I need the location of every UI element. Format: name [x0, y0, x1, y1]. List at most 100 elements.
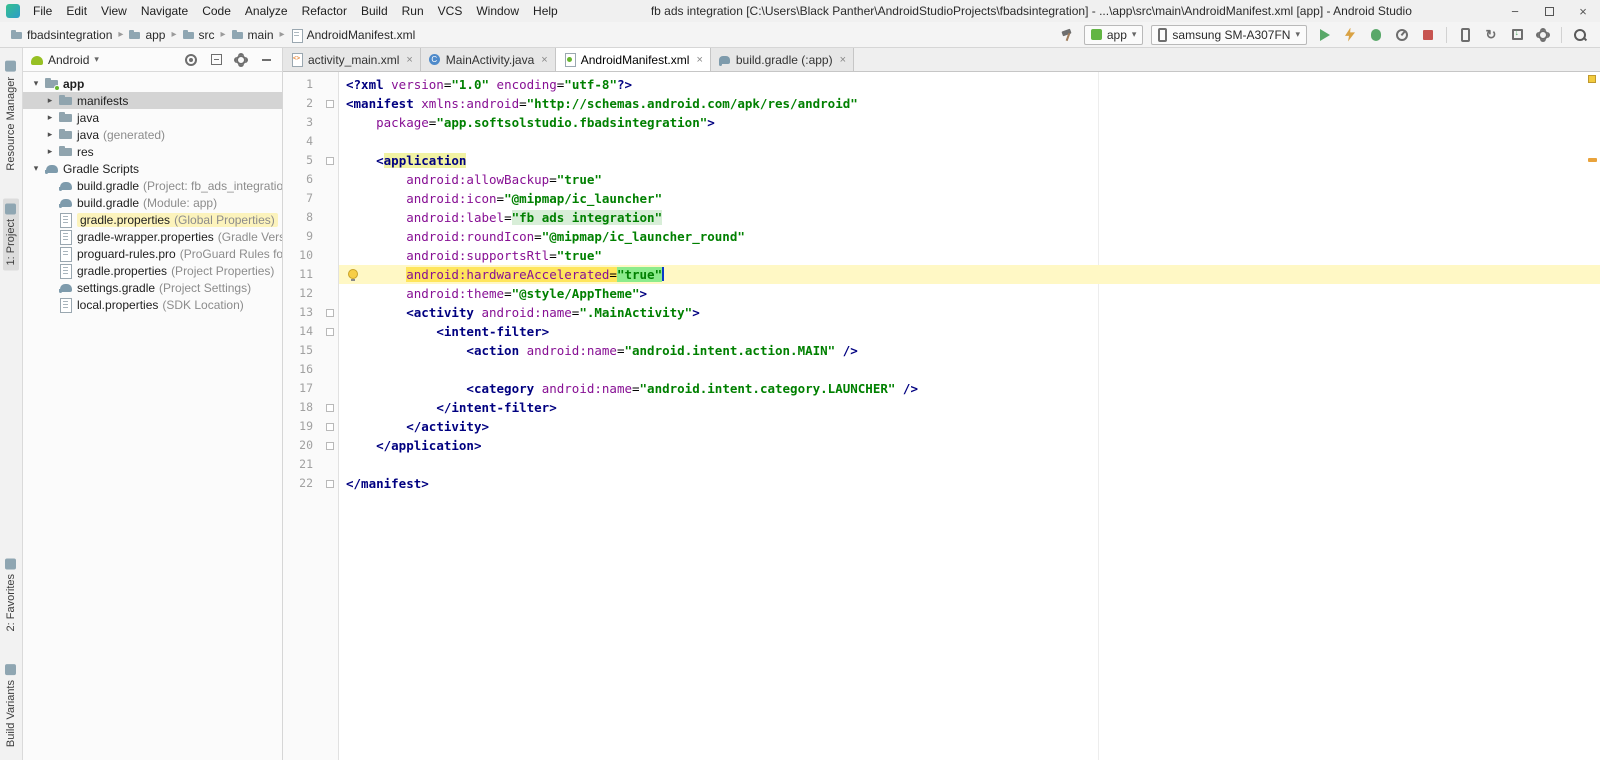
fold-column	[323, 322, 339, 341]
menu-file[interactable]: File	[26, 1, 59, 21]
tree-item-gradle-properties-global-properties[interactable]: gradle.properties(Global Properties)	[23, 211, 282, 228]
close-tab-icon[interactable]: ×	[541, 54, 547, 66]
code-line-11[interactable]: 11 android:hardwareAccelerated="true"	[283, 265, 1600, 284]
sync-gradle-button[interactable]: ↻	[1479, 24, 1503, 46]
close-tab-icon[interactable]: ×	[696, 54, 702, 66]
tab-build-gradle-app[interactable]: build.gradle (:app)×	[711, 48, 854, 71]
apply-changes-button[interactable]	[1338, 24, 1362, 46]
tree-item-manifests[interactable]: ▸manifests	[23, 92, 282, 109]
code-line-12[interactable]: 12 android:theme="@style/AppTheme">	[283, 284, 1600, 303]
maximize-icon	[1545, 7, 1554, 16]
tree-item-proguard-rules-pro-proguard-rules-for-app[interactable]: proguard-rules.pro(ProGuard Rules for ap…	[23, 245, 282, 262]
build-project-button[interactable]	[1055, 24, 1079, 46]
fold-marker-icon[interactable]	[326, 157, 334, 165]
locate-file-button[interactable]	[183, 52, 199, 68]
code-line-3[interactable]: 3 package="app.softsolstudio.fbadsintegr…	[283, 113, 1600, 132]
stop-button[interactable]	[1416, 24, 1440, 46]
intention-bulb-icon[interactable]	[348, 269, 358, 279]
tree-item-gradle-scripts[interactable]: ▾Gradle Scripts	[23, 160, 282, 177]
tool-button-build-variants[interactable]: Build Variants	[3, 659, 19, 752]
code-line-4[interactable]: 4	[283, 132, 1600, 151]
code-line-20[interactable]: 20 </application>	[283, 436, 1600, 455]
tool-button-2-favorites[interactable]: 2: Favorites	[3, 553, 19, 636]
menu-navigate[interactable]: Navigate	[134, 1, 195, 21]
fold-marker-icon[interactable]	[326, 100, 334, 108]
menu-edit[interactable]: Edit	[59, 1, 94, 21]
tool-button-resource-manager[interactable]: Resource Manager	[3, 56, 19, 176]
close-tab-icon[interactable]: ×	[840, 54, 846, 66]
tab-activity-main-xml[interactable]: activity_main.xml×	[283, 48, 421, 71]
code-line-9[interactable]: 9 android:roundIcon="@mipmap/ic_launcher…	[283, 227, 1600, 246]
menu-help[interactable]: Help	[526, 1, 565, 21]
inspection-indicator-icon[interactable]	[1588, 75, 1596, 83]
minimize-button[interactable]: −	[1498, 0, 1532, 22]
code-line-13[interactable]: 13 <activity android:name=".MainActivity…	[283, 303, 1600, 322]
tool-button-1-project[interactable]: 1: Project	[3, 198, 19, 270]
editor[interactable]: 1<?xml version="1.0" encoding="utf-8"?>2…	[283, 72, 1600, 760]
run-config-select[interactable]: app ▾	[1084, 25, 1144, 45]
code-line-16[interactable]: 16	[283, 360, 1600, 379]
tree-item-build-gradle-project-fb-ads-integration[interactable]: build.gradle(Project: fb_ads_integration…	[23, 177, 282, 194]
fold-marker-icon[interactable]	[326, 442, 334, 450]
breadcrumb-item-androidmanifest-xml[interactable]: AndroidManifest.xml	[288, 27, 419, 43]
code-line-6[interactable]: 6 android:allowBackup="true"	[283, 170, 1600, 189]
code-line-1[interactable]: 1<?xml version="1.0" encoding="utf-8"?>	[283, 75, 1600, 94]
sdk-manager-button[interactable]	[1505, 24, 1529, 46]
code-line-8[interactable]: 8 android:label="fb ads integration"	[283, 208, 1600, 227]
profile-button[interactable]	[1390, 24, 1414, 46]
code-line-22[interactable]: 22</manifest>	[283, 474, 1600, 493]
tree-item-build-gradle-module-app[interactable]: build.gradle(Module: app)	[23, 194, 282, 211]
code-line-19[interactable]: 19 </activity>	[283, 417, 1600, 436]
run-button[interactable]	[1312, 24, 1336, 46]
tab-mainactivity-java[interactable]: MainActivity.java×	[421, 48, 556, 71]
code-line-14[interactable]: 14 <intent-filter>	[283, 322, 1600, 341]
tree-item-gradle-wrapper-properties-gradle-version[interactable]: gradle-wrapper.properties(Gradle Version…	[23, 228, 282, 245]
menu-analyze[interactable]: Analyze	[238, 1, 295, 21]
menu-vcs[interactable]: VCS	[431, 1, 470, 21]
tree-item-res[interactable]: ▸res	[23, 143, 282, 160]
menu-build[interactable]: Build	[354, 1, 395, 21]
code-line-2[interactable]: 2<manifest xmlns:android="http://schemas…	[283, 94, 1600, 113]
code-line-17[interactable]: 17 <category android:name="android.inten…	[283, 379, 1600, 398]
menu-run[interactable]: Run	[395, 1, 431, 21]
code-line-7[interactable]: 7 android:icon="@mipmap/ic_launcher"	[283, 189, 1600, 208]
fold-marker-icon[interactable]	[326, 480, 334, 488]
debug-button[interactable]	[1364, 24, 1388, 46]
menu-view[interactable]: View	[94, 1, 134, 21]
close-tab-icon[interactable]: ×	[406, 54, 412, 66]
panel-settings-button[interactable]	[233, 52, 249, 68]
device-select[interactable]: samsung SM-A307FN ▾	[1151, 25, 1307, 45]
fold-marker-icon[interactable]	[326, 309, 334, 317]
fold-marker-icon[interactable]	[326, 404, 334, 412]
project-view-selector[interactable]: Android ▾	[31, 53, 99, 67]
close-button[interactable]: ×	[1566, 0, 1600, 22]
breadcrumb-item-main[interactable]: main	[229, 27, 277, 43]
collapse-all-button[interactable]	[208, 52, 224, 68]
tree-item-java-generated[interactable]: ▸java(generated)	[23, 126, 282, 143]
breadcrumb-item-fbadsintegration[interactable]: fbadsintegration	[8, 27, 115, 43]
menu-window[interactable]: Window	[469, 1, 526, 21]
tree-item-gradle-properties-project-properties[interactable]: gradle.properties(Project Properties)	[23, 262, 282, 279]
menu-refactor[interactable]: Refactor	[295, 1, 354, 21]
warning-stripe-mark[interactable]	[1588, 158, 1597, 162]
tree-item-java[interactable]: ▸java	[23, 109, 282, 126]
hide-panel-button[interactable]	[258, 52, 274, 68]
code-line-21[interactable]: 21	[283, 455, 1600, 474]
maximize-button[interactable]	[1532, 0, 1566, 22]
tree-item-local-properties-sdk-location[interactable]: local.properties(SDK Location)	[23, 296, 282, 313]
code-line-18[interactable]: 18 </intent-filter>	[283, 398, 1600, 417]
fold-marker-icon[interactable]	[326, 328, 334, 336]
tab-androidmanifest-xml[interactable]: AndroidManifest.xml×	[556, 48, 711, 71]
tree-item-app[interactable]: ▾app	[23, 75, 282, 92]
search-everywhere-button[interactable]	[1568, 24, 1592, 46]
project-structure-button[interactable]	[1531, 24, 1555, 46]
code-line-15[interactable]: 15 <action android:name="android.intent.…	[283, 341, 1600, 360]
menu-code[interactable]: Code	[195, 1, 238, 21]
code-line-10[interactable]: 10 android:supportsRtl="true"	[283, 246, 1600, 265]
breadcrumb-item-app[interactable]: app	[126, 27, 168, 43]
code-line-5[interactable]: 5 <application	[283, 151, 1600, 170]
avd-manager-button[interactable]	[1453, 24, 1477, 46]
fold-marker-icon[interactable]	[326, 423, 334, 431]
tree-item-settings-gradle-project-settings[interactable]: settings.gradle(Project Settings)	[23, 279, 282, 296]
breadcrumb-item-src[interactable]: src	[180, 27, 218, 43]
